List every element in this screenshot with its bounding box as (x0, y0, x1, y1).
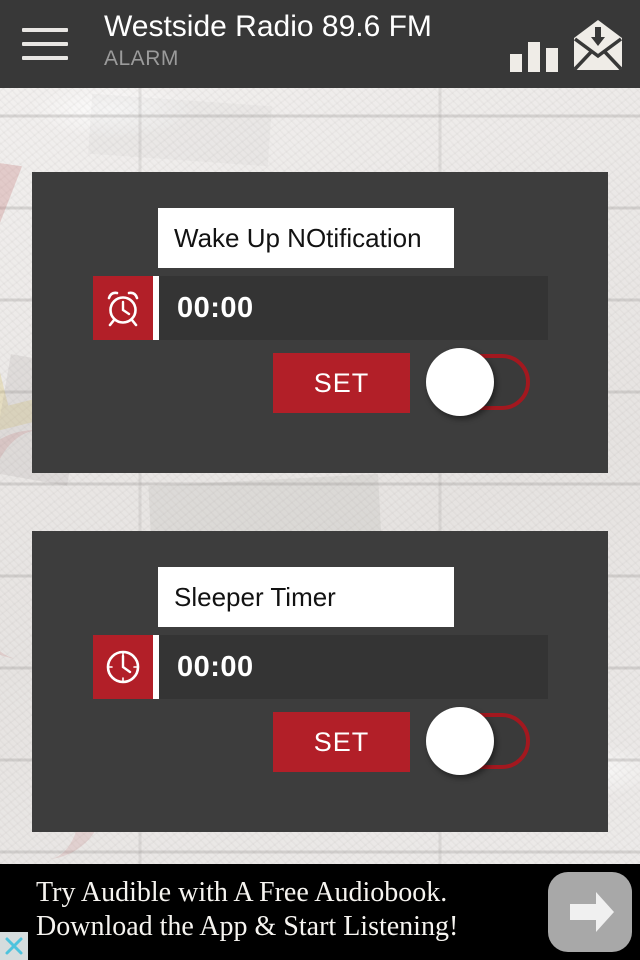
ad-text-line-2: Download the App & Start Listening! (36, 911, 459, 942)
timer-toggle-switch[interactable] (426, 707, 534, 775)
clock-icon (93, 635, 153, 699)
hamburger-menu-icon[interactable] (22, 26, 68, 62)
alarm-toggle-knob (426, 348, 494, 416)
timer-card: Sleeper Timer 00:00 SET (32, 531, 608, 832)
alarm-set-button[interactable]: SET (273, 353, 410, 413)
timer-time-row[interactable]: 00:00 (93, 635, 548, 699)
ad-text: Try Audible with A Free Audiobook. Downl… (36, 876, 526, 944)
envelope-download-icon[interactable] (570, 18, 626, 72)
alarm-clock-icon (93, 276, 153, 340)
timer-toggle-knob (426, 707, 494, 775)
timer-time-value: 00:00 (177, 650, 254, 683)
alarm-time-row[interactable]: 00:00 (93, 276, 548, 340)
alarm-name-field[interactable]: Wake Up NOtification (158, 208, 454, 268)
header-title-group: Westside Radio 89.6 FM ALARM (104, 8, 474, 72)
signal-bar (546, 48, 558, 72)
ad-banner[interactable]: Try Audible with A Free Audiobook. Downl… (0, 864, 640, 960)
alarm-toggle-switch[interactable] (426, 348, 534, 416)
signal-bar (510, 54, 522, 72)
app-root: Westside Radio 89.6 FM ALARM Wake Up NOt… (0, 0, 640, 960)
page-subtitle: ALARM (104, 47, 179, 70)
hamburger-line (22, 28, 68, 32)
timer-name-field[interactable]: Sleeper Timer (158, 567, 454, 627)
graffiti-shape-grey-top (88, 93, 272, 167)
app-header: Westside Radio 89.6 FM ALARM (0, 0, 640, 88)
alarm-time-field[interactable]: 00:00 (159, 276, 548, 340)
alarm-time-value: 00:00 (177, 291, 254, 324)
ad-text-line-1: Try Audible with A Free Audiobook. (36, 877, 448, 908)
alarm-card: Wake Up NOtification 00:00 SET (32, 172, 608, 473)
timer-time-field[interactable]: 00:00 (159, 635, 548, 699)
signal-bars-icon (510, 40, 558, 72)
alarm-name-text: Wake Up NOtification (174, 223, 422, 253)
timer-name-text: Sleeper Timer (174, 582, 336, 612)
hamburger-line (22, 56, 68, 60)
page-title: Westside Radio 89.6 FM (104, 10, 432, 43)
hamburger-line (22, 42, 68, 46)
signal-bar (528, 42, 540, 72)
arrow-right-icon[interactable] (548, 872, 632, 952)
timer-set-button[interactable]: SET (273, 712, 410, 772)
close-x-icon[interactable] (0, 932, 28, 960)
